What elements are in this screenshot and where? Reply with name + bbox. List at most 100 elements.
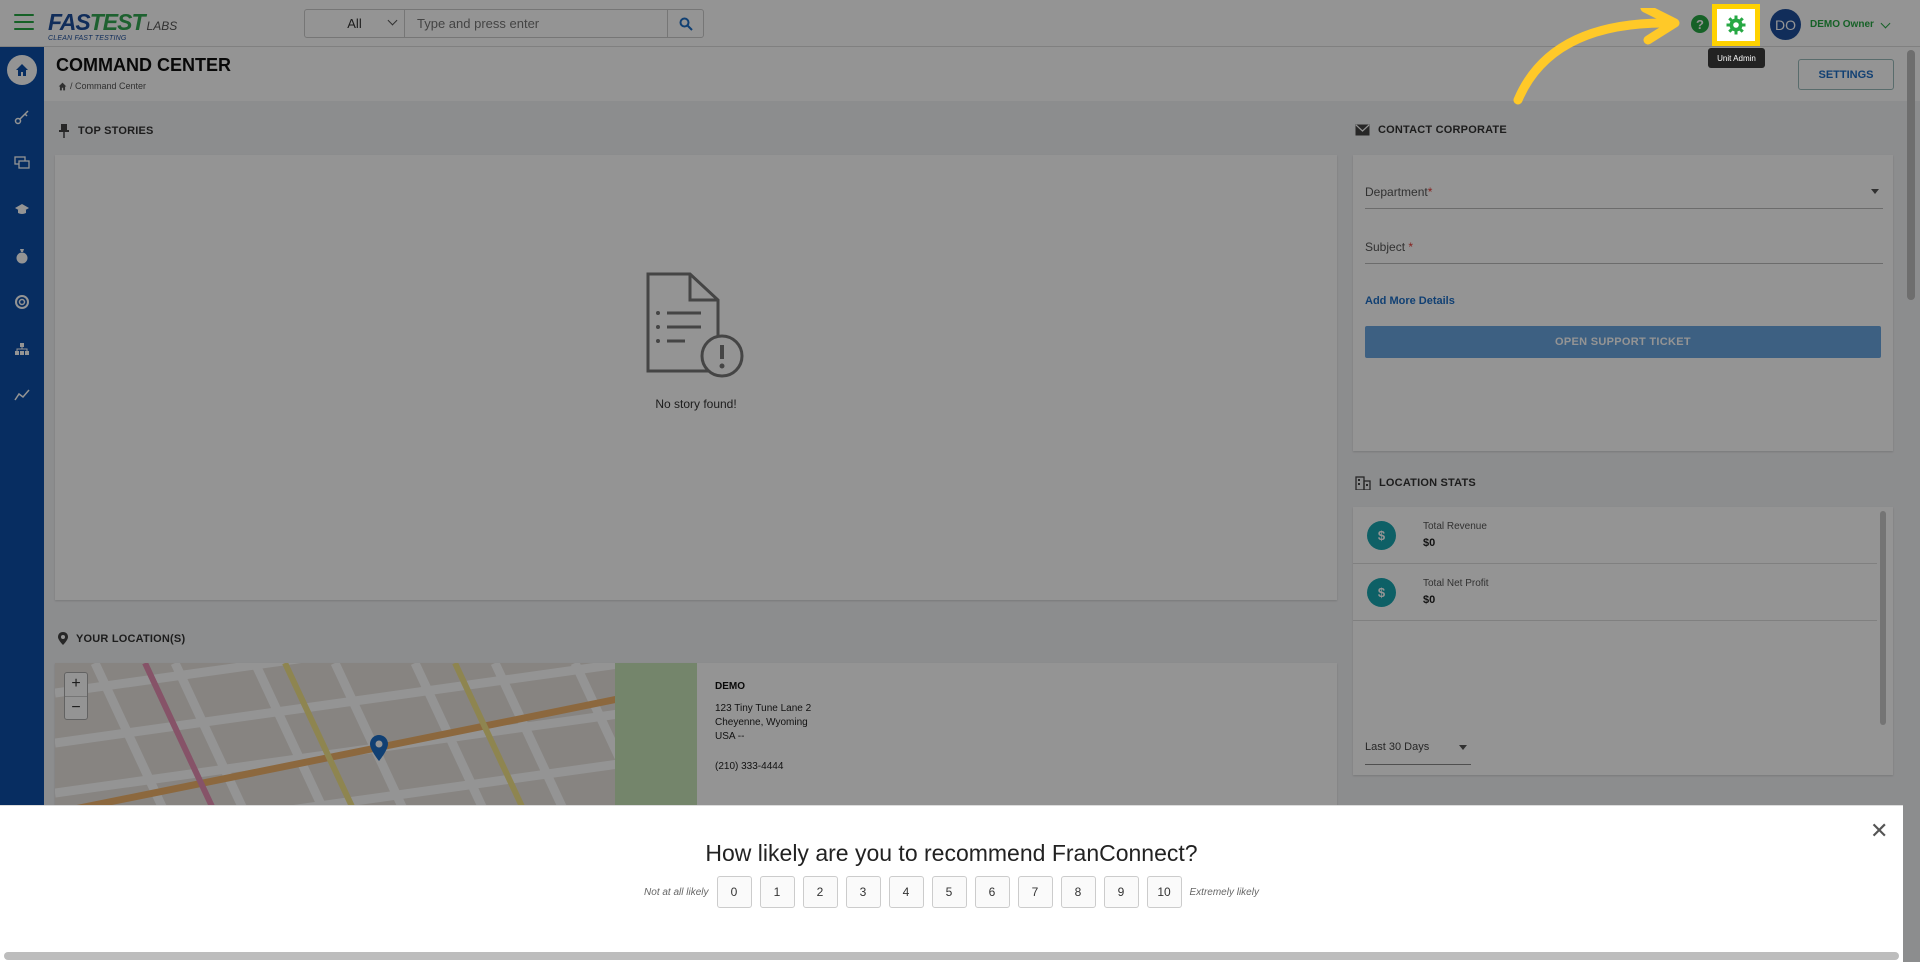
scale-high-label: Extremely likely — [1189, 886, 1259, 898]
breadcrumb-current: / Command Center — [70, 81, 147, 91]
stat-row-revenue: $ Total Revenue $0 — [1353, 507, 1877, 564]
analytics-icon — [14, 389, 30, 401]
locations-panel: + − DEMO 123 Tiny Tune Lane 2 Cheyenne, … — [55, 663, 1337, 813]
stat-label: Total Net Profit — [1423, 578, 1489, 589]
add-more-details-link[interactable]: Add More Details — [1365, 295, 1455, 307]
pin-icon — [59, 124, 69, 138]
search-button[interactable] — [667, 10, 703, 37]
address-line: USA -- — [715, 731, 745, 742]
sidebar-item-org[interactable] — [0, 331, 44, 367]
subject-label: Subject — [1365, 240, 1406, 254]
score-button[interactable]: 2 — [802, 876, 838, 908]
score-button[interactable]: 4 — [888, 876, 924, 908]
address-line: Cheyenne, Wyoming — [715, 717, 808, 728]
zoom-out-button[interactable]: − — [65, 697, 87, 720]
chat-icon — [14, 156, 30, 169]
sidebar-item-analytics[interactable] — [0, 377, 44, 413]
score-button[interactable]: 0 — [716, 876, 752, 908]
stats-scrollbar[interactable] — [1880, 511, 1886, 725]
contact-corporate-label: CONTACT CORPORATE — [1378, 124, 1507, 136]
logo-tagline: CLEAN FAST TESTING — [48, 35, 127, 42]
score-button[interactable]: 5 — [931, 876, 967, 908]
sidebar-item-support[interactable] — [0, 284, 44, 320]
empty-document-icon — [646, 272, 744, 378]
score-button[interactable]: 10 — [1146, 876, 1182, 908]
map-pin-icon — [58, 632, 68, 645]
stat-label: Total Revenue — [1423, 521, 1487, 532]
contact-corporate-heading: CONTACT CORPORATE — [1355, 124, 1507, 136]
your-locations-heading: YOUR LOCATION(S) — [58, 632, 185, 645]
breadcrumb: / Command Center — [58, 81, 146, 91]
graduation-cap-icon — [15, 204, 29, 214]
horizontal-scrollbar[interactable] — [4, 952, 1899, 960]
department-label: Department — [1365, 185, 1428, 199]
contact-corporate-panel: Department* Subject * Add More Details O… — [1353, 155, 1893, 451]
department-select[interactable]: Department* — [1365, 185, 1883, 209]
zoom-in-button[interactable]: + — [65, 673, 87, 697]
period-value: Last 30 Days — [1365, 741, 1430, 753]
global-search: All — [304, 9, 704, 38]
menu-icon[interactable] — [14, 14, 34, 30]
lifebuoy-icon — [15, 295, 29, 309]
app-logo[interactable]: FASTEST LABS CLEAN FAST TESTING — [48, 9, 178, 42]
score-button[interactable]: 1 — [759, 876, 795, 908]
score-button[interactable]: 3 — [845, 876, 881, 908]
location-name: DEMO — [715, 681, 745, 692]
unit-admin-button[interactable] — [1712, 4, 1760, 46]
top-stories-label: TOP STORIES — [78, 125, 154, 137]
no-stories-message: No story found! — [655, 397, 737, 411]
page-title: COMMAND CENTER — [56, 55, 231, 75]
sidebar-item-key[interactable] — [0, 99, 44, 135]
unit-admin-tooltip: Unit Admin — [1708, 48, 1765, 68]
address-line: 123 Tiny Tune Lane 2 — [715, 703, 812, 714]
gear-icon — [1726, 15, 1746, 35]
search-icon — [679, 17, 693, 31]
search-scope-select[interactable]: All — [305, 10, 405, 37]
open-support-ticket-button[interactable]: OPEN SUPPORT TICKET — [1365, 326, 1881, 358]
location-stats-label: LOCATION STATS — [1379, 477, 1476, 489]
score-button[interactable]: 6 — [974, 876, 1010, 908]
chevron-down-icon[interactable] — [1880, 18, 1891, 29]
key-icon — [14, 110, 29, 125]
home-icon — [16, 64, 28, 76]
score-scale: Not at all likely 0 1 2 3 4 5 6 7 8 9 10… — [0, 876, 1903, 908]
chevron-down-icon — [387, 15, 398, 26]
nps-survey: ✕ How likely are you to recommend FranCo… — [0, 805, 1903, 962]
location-map[interactable]: + − — [55, 663, 697, 813]
your-locations-label: YOUR LOCATION(S) — [76, 632, 186, 645]
sidebar-item-chat[interactable] — [0, 145, 44, 181]
required-marker: * — [1427, 185, 1433, 199]
top-stories-heading: TOP STORIES — [58, 124, 154, 138]
money-bag-icon — [16, 249, 28, 264]
score-button[interactable]: 8 — [1060, 876, 1096, 908]
period-select[interactable]: Last 30 Days — [1365, 741, 1471, 765]
location-stats-panel: $ Total Revenue $0 $ Total Net Profit $0… — [1353, 507, 1893, 775]
logo-labs: LABS — [146, 19, 178, 33]
subject-field[interactable]: Subject * — [1365, 240, 1883, 264]
guide-arrow-icon — [1513, 8, 1680, 105]
user-name[interactable]: DEMO Owner — [1810, 19, 1874, 30]
top-stories-panel: No story found! — [55, 155, 1337, 600]
avatar[interactable]: DO — [1770, 9, 1801, 40]
dollar-icon: $ — [1367, 521, 1396, 550]
location-stats-heading: LOCATION STATS — [1355, 476, 1476, 490]
page-scrollbar[interactable] — [1907, 50, 1915, 300]
envelope-icon — [1355, 124, 1370, 136]
required-marker: * — [1408, 240, 1414, 254]
score-button[interactable]: 7 — [1017, 876, 1053, 908]
score-button[interactable]: 9 — [1103, 876, 1139, 908]
stat-value: $0 — [1423, 537, 1436, 549]
home-icon[interactable] — [58, 82, 67, 91]
stat-value: $0 — [1423, 594, 1436, 606]
sidebar-item-training[interactable] — [0, 191, 44, 227]
settings-button[interactable]: SETTINGS — [1798, 59, 1894, 90]
scale-low-label: Not at all likely — [644, 886, 709, 898]
sidebar-item-home[interactable] — [0, 52, 44, 88]
location-phone: (210) 333-4444 — [715, 761, 784, 772]
org-chart-icon — [15, 343, 29, 355]
caret-down-icon — [1871, 189, 1879, 194]
sidebar-item-finance[interactable] — [0, 238, 44, 274]
search-input[interactable] — [405, 10, 667, 37]
zoom-controls: + − — [64, 672, 88, 720]
map-marker-icon[interactable] — [370, 735, 388, 761]
